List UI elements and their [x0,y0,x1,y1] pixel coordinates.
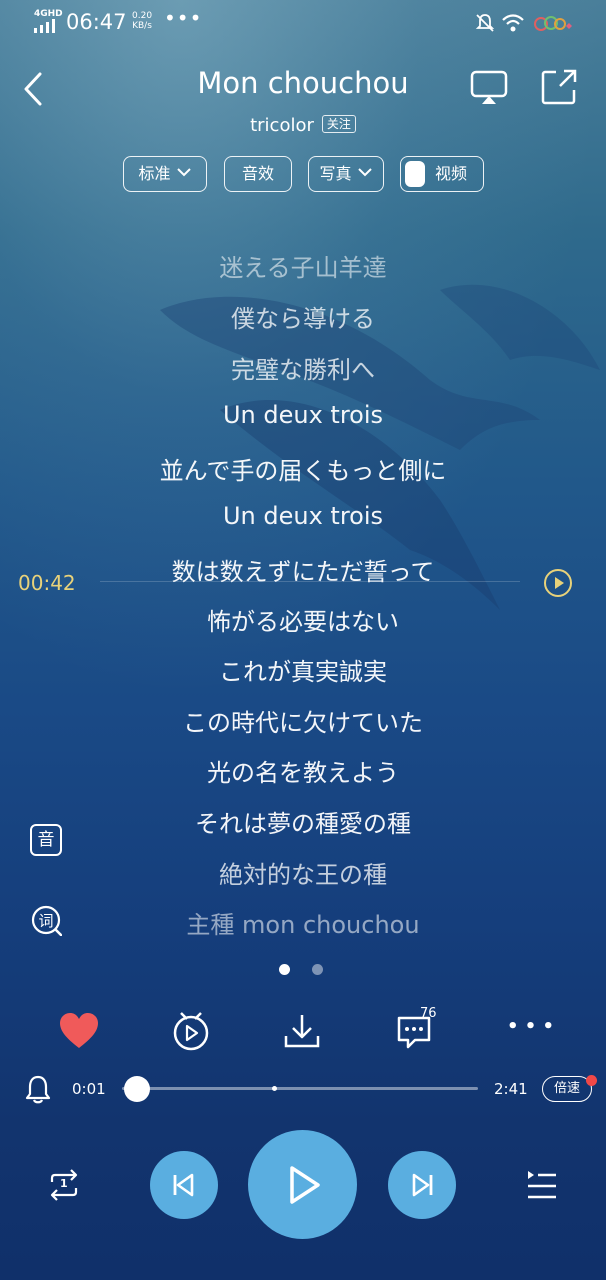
toggle-knob [405,161,425,187]
bell-icon[interactable] [24,1074,52,1104]
lyric-line: それは夢の種愛の種 [195,810,411,838]
page-indicator [312,964,323,975]
photo-select[interactable]: 写真 [308,156,384,192]
page-indicator-active [279,964,290,975]
lyric-line: これが真実誠実 [219,658,387,686]
chevron-down-icon [176,168,191,177]
lyric-line: 絶対的な王の種 [219,861,387,889]
clock: 06:47 [66,10,127,34]
speed-value: 0.20 [132,11,153,21]
previous-icon [173,1173,194,1197]
svg-text:词: 词 [38,912,53,930]
sound-effects-button[interactable]: 音效 [224,156,292,192]
photo-label: 写真 [319,164,352,183]
quality-select[interactable]: 标准 [123,156,207,192]
heart-icon[interactable] [58,1012,100,1050]
next-icon [412,1173,433,1197]
repeat-badge: 1 [60,1177,68,1190]
lyric-line: 完璧な勝利へ [231,356,375,384]
lyric-line: 光の名を教えよう [207,759,399,787]
previous-button[interactable] [150,1151,218,1219]
status-bar: 4GHD 06:47 0.20 KB/s ••• [0,0,606,48]
signal-icon [34,19,55,33]
lyrics-search-icon[interactable]: 词 [30,904,62,936]
follow-button[interactable]: 关注 [321,115,356,133]
more-notifications-icon: ••• [164,6,203,30]
video-label: 视频 [435,164,468,183]
network-type: 4GHD [34,9,63,19]
new-badge-dot [586,1075,597,1086]
lyric-line: 並んで手の届くもっと側に [159,457,447,485]
video-toggle[interactable]: 视频 [400,156,484,192]
lyric-line: Un deux trois [222,401,384,429]
progress-knob[interactable] [124,1076,150,1102]
artist-row: tricolor 关注 [0,115,606,136]
lyric-line: 迷える子山羊達 [219,254,387,282]
sound-button-label: 音 [37,830,55,850]
playback-speed-label: 倍速 [553,1081,580,1096]
playlist-icon[interactable] [524,1168,560,1202]
lyric-line: 主種 mon chouchou [186,911,420,939]
speed-unit: KB/s [132,21,152,31]
play-icon [290,1166,320,1204]
lyric-line: この時代に欠けていた [183,709,423,737]
elapsed-time: 0:01 [72,1080,106,1098]
cast-icon[interactable] [470,70,508,106]
quality-label: 标准 [138,164,171,183]
progress-marker [272,1086,277,1091]
artist-name[interactable]: tricolor [250,115,314,136]
lyric-line: 怖がる必要はない [207,608,399,636]
more-options-icon[interactable]: • • • [507,1016,554,1037]
song-title: Mon chouchou [197,66,409,100]
next-button[interactable] [388,1151,456,1219]
progress-track[interactable] [122,1087,478,1090]
duration-time: 2:41 [494,1080,528,1098]
playback-speed-button[interactable]: 倍速 [542,1076,592,1102]
silent-bell-icon [475,14,495,32]
lyric-line: Un deux trois [222,502,384,530]
sound-button[interactable]: 音 [30,824,62,856]
radio-icon[interactable] [170,1010,212,1052]
play-button[interactable] [248,1130,357,1239]
battery-icon [534,16,572,31]
chevron-down-icon [357,168,372,177]
download-icon[interactable] [283,1012,321,1050]
play-from-lyric-icon[interactable] [543,568,573,598]
wifi-icon [502,14,524,32]
share-icon[interactable] [540,68,578,106]
network-speed: 0.20 KB/s [132,11,152,31]
sound-effects-label: 音效 [241,164,274,183]
lyric-line: 僕なら導ける [231,305,375,333]
lyric-seek-line [100,581,520,582]
comment-count: 76 [420,1006,437,1021]
lyric-seek-time: 00:42 [18,571,76,595]
